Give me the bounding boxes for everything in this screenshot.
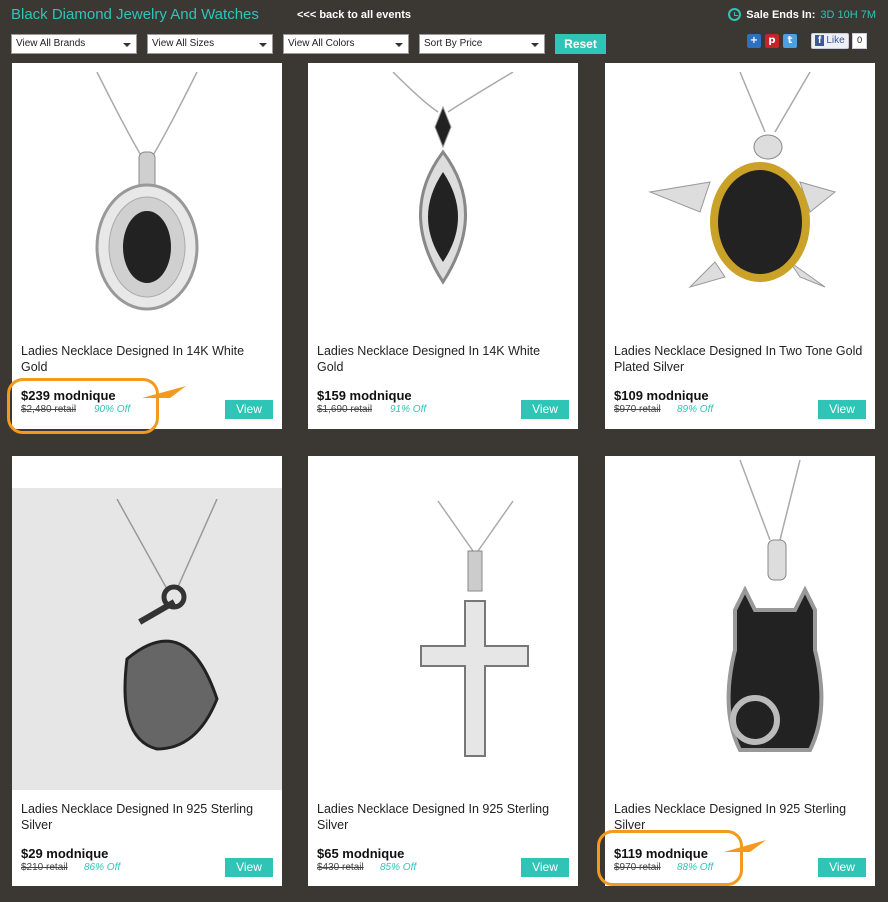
product-card[interactable]: Ladies Necklace Designed In 925 Sterling… (12, 456, 282, 886)
product-retail-price: $430 retail (317, 862, 364, 873)
product-card[interactable]: Ladies Necklace Designed In 925 Sterling… (605, 456, 875, 886)
view-button[interactable]: View (225, 400, 273, 419)
product-name[interactable]: Ladies Necklace Designed In 925 Sterling… (21, 801, 271, 833)
pinterest-icon[interactable]: p (765, 34, 779, 48)
product-retail-price: $210 retail (21, 862, 68, 873)
product-retail-price: $1,690 retail (317, 404, 373, 415)
product-retail-price: $970 retail (614, 404, 661, 415)
like-count: 0 (851, 33, 868, 49)
sale-label: Sale Ends In: (746, 8, 816, 21)
product-image[interactable] (605, 63, 875, 331)
event-title: Black Diamond Jewelry And Watches (11, 6, 259, 23)
back-to-events-link[interactable]: <<< back to all events (297, 9, 411, 21)
highlight-arrow-icon (142, 386, 186, 398)
product-price: $159 modnique (317, 388, 412, 403)
facebook-like-button[interactable]: f Like (811, 33, 849, 49)
sizes-select[interactable]: View All Sizes (147, 34, 273, 54)
highlight-arrow-icon (724, 840, 766, 852)
top-bar: Black Diamond Jewelry And Watches <<< ba… (0, 0, 888, 60)
view-button[interactable]: View (521, 858, 569, 877)
twitter-icon[interactable]: t (783, 34, 797, 48)
product-image[interactable] (308, 63, 578, 331)
product-name[interactable]: Ladies Necklace Designed In 925 Sterling… (614, 801, 864, 833)
price-highlight-circle (7, 378, 159, 434)
social-bar: + p t f Like 0 (747, 33, 868, 49)
share-plus-icon[interactable]: + (747, 34, 761, 48)
product-card[interactable]: Ladies Necklace Designed In 925 Sterling… (308, 456, 578, 886)
product-name[interactable]: Ladies Necklace Designed In 14K White Go… (21, 343, 271, 375)
brands-select[interactable]: View All Brands (11, 34, 137, 54)
product-image[interactable] (605, 456, 875, 794)
clock-icon (728, 8, 742, 21)
facebook-icon: f (815, 35, 825, 46)
product-image[interactable] (12, 488, 282, 790)
product-card[interactable]: Ladies Necklace Designed In Two Tone Gol… (605, 63, 875, 429)
product-name[interactable]: Ladies Necklace Designed In 14K White Go… (317, 343, 567, 375)
facebook-like: f Like 0 (811, 33, 868, 49)
view-button[interactable]: View (818, 858, 866, 877)
like-label: Like (826, 35, 845, 46)
sale-time: 3D 10H 7M (820, 8, 876, 21)
product-discount: 85% Off (380, 862, 417, 873)
product-discount: 86% Off (84, 862, 121, 873)
sort-select[interactable]: Sort By Price (419, 34, 545, 54)
view-button[interactable]: View (818, 400, 866, 419)
product-price: $29 modnique (21, 846, 109, 861)
product-card[interactable]: Ladies Necklace Designed In 14K White Go… (12, 63, 282, 429)
product-price: $65 modnique (317, 846, 405, 861)
product-image[interactable] (12, 63, 282, 331)
colors-select[interactable]: View All Colors (283, 34, 409, 54)
product-image[interactable] (308, 456, 578, 786)
reset-button[interactable]: Reset (555, 34, 606, 54)
product-discount: 91% Off (390, 404, 427, 415)
filter-bar: View All Brands View All Sizes View All … (11, 34, 606, 54)
product-name[interactable]: Ladies Necklace Designed In 925 Sterling… (317, 801, 567, 833)
product-name[interactable]: Ladies Necklace Designed In Two Tone Gol… (614, 343, 864, 375)
view-button[interactable]: View (225, 858, 273, 877)
product-price: $109 modnique (614, 388, 709, 403)
sale-countdown: Sale Ends In: 3D 10H 7M (728, 8, 876, 21)
product-discount: 89% Off (677, 404, 714, 415)
product-card[interactable]: Ladies Necklace Designed In 14K White Go… (308, 63, 578, 429)
view-button[interactable]: View (521, 400, 569, 419)
